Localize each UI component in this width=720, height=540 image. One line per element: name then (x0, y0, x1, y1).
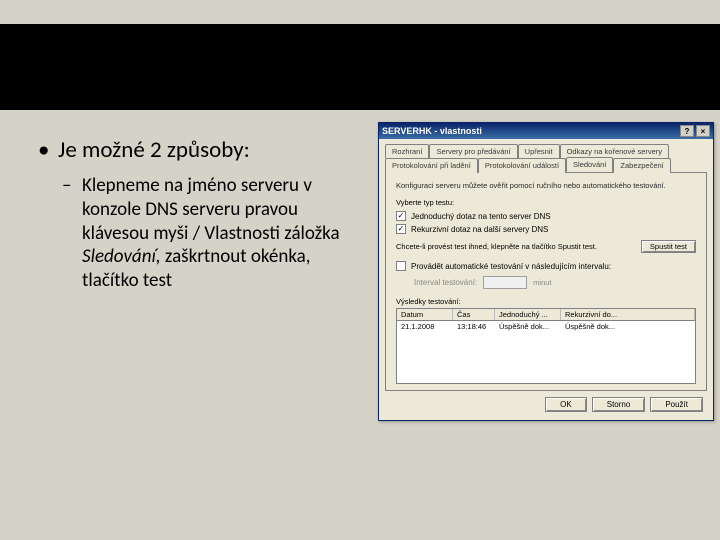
tab-debug-logging[interactable]: Protokolování při ladění (385, 158, 478, 173)
tab-panel-monitoring: Konfiguraci serveru můžete ověřit pomocí… (385, 172, 707, 391)
cancel-button[interactable]: Storno (592, 397, 646, 412)
col-simple[interactable]: Jednoduchý ... (495, 309, 561, 320)
apply-button[interactable]: Použít (650, 397, 703, 412)
dialog-title: SERVERHK - vlastnosti (382, 126, 678, 136)
tab-security[interactable]: Zabezpečení (613, 158, 670, 173)
col-date[interactable]: Datum (397, 309, 453, 320)
close-button[interactable]: × (696, 125, 710, 137)
checkbox-simple-query[interactable]: ✓ (396, 211, 406, 221)
tab-monitoring[interactable]: Sledování (566, 157, 613, 172)
checkbox-recursive-query[interactable]: ✓ (396, 224, 406, 234)
info-text: Konfiguraci serveru můžete ověřit pomocí… (396, 181, 696, 190)
cell-simple: Úspěšně dok... (495, 321, 561, 332)
interval-label: Interval testování: (414, 278, 477, 287)
tab-event-logging[interactable]: Protokolování událostí (478, 158, 566, 173)
interval-unit: minut (533, 278, 551, 287)
table-row[interactable]: 21.1.2008 13:18:46 Úspěšně dok... Úspěšn… (397, 321, 695, 332)
bullet2-text-pre: Klepneme na jméno serveru v konzole DNS … (82, 174, 340, 245)
cell-date: 21.1.2008 (397, 321, 453, 332)
select-type-label: Vyberte typ testu: (396, 198, 696, 207)
col-recursive[interactable]: Rekurzivní do... (561, 309, 695, 320)
cell-time: 13:18:46 (453, 321, 495, 332)
tab-root-hints[interactable]: Odkazy na kořenové servery (560, 144, 669, 158)
checkbox-auto-test-label: Provádět automatické testování v následu… (411, 262, 611, 271)
bullet-level2: Klepneme na jméno serveru v konzole DNS … (38, 174, 350, 293)
bullet2-text-italic: Sledování, (82, 245, 165, 268)
tab-forwarders[interactable]: Servery pro předávání (429, 144, 517, 158)
ok-button[interactable]: OK (545, 397, 587, 412)
results-table: Datum Čas Jednoduchý ... Rekurzivní do..… (396, 308, 696, 384)
properties-dialog: SERVERHK - vlastnosti ? × Rozhraní Serve… (378, 122, 714, 421)
help-button[interactable]: ? (680, 125, 694, 137)
cell-recursive: Úspěšně dok... (561, 321, 695, 332)
checkbox-auto-test[interactable] (396, 261, 406, 271)
bullet-level1: Je možné 2 způsoby: (38, 136, 350, 164)
checkbox-simple-query-label: Jednoduchý dotaz na tento server DNS (411, 212, 551, 221)
run-test-label: Chcete-li provést test ihned, klepněte n… (396, 242, 597, 251)
run-test-button[interactable]: Spustit test (641, 240, 696, 253)
tab-advanced[interactable]: Upřesnit (518, 144, 560, 158)
interval-input[interactable] (483, 276, 527, 289)
col-time[interactable]: Čas (453, 309, 495, 320)
dialog-titlebar[interactable]: SERVERHK - vlastnosti ? × (379, 123, 713, 139)
tab-interfaces[interactable]: Rozhraní (385, 144, 429, 158)
slide-title: Testování DNS - základní (0, 28, 720, 74)
results-label: Výsledky testování: (396, 297, 696, 306)
checkbox-recursive-query-label: Rekurzivní dotaz na další servery DNS (411, 225, 548, 234)
